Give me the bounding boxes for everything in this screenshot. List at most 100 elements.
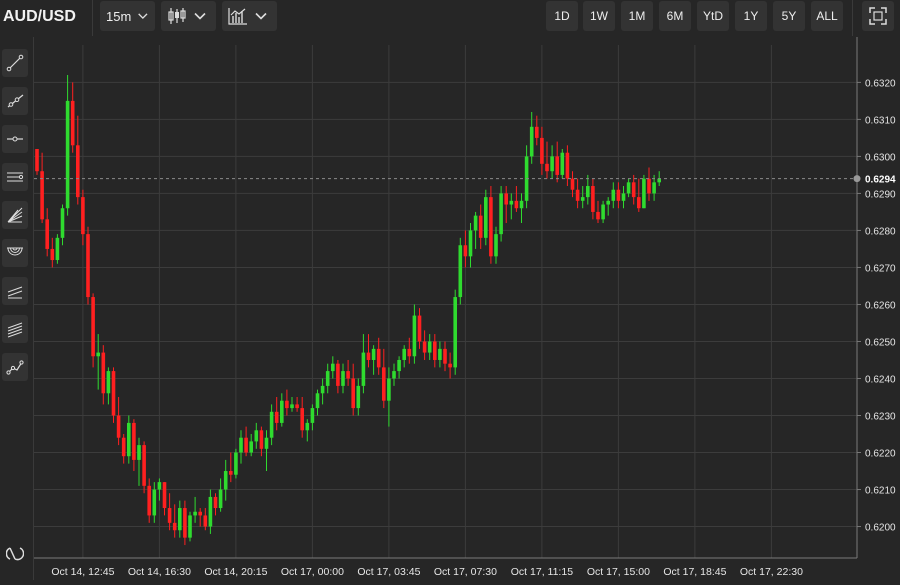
candle-body	[438, 348, 442, 360]
current-price-label: 0.6294	[865, 175, 896, 186]
drawing-toolbar	[0, 37, 34, 580]
candle-body	[478, 215, 483, 238]
candle-body	[642, 178, 646, 209]
candle-body	[300, 408, 304, 431]
candle-body	[402, 348, 406, 360]
candle-body	[351, 378, 355, 409]
candle-body	[484, 197, 488, 238]
fullscreen-button[interactable]	[862, 1, 894, 31]
y-tick-label: 0.6200	[865, 523, 896, 534]
y-tick-label: 0.6300	[865, 152, 896, 163]
candle-body	[188, 515, 192, 538]
candle-body	[331, 363, 335, 372]
timeframe-6m-button[interactable]: 6M	[659, 1, 691, 31]
fullscreen-icon	[869, 7, 887, 25]
parallel-channel-icon	[7, 172, 24, 182]
candle-body	[489, 197, 493, 257]
chart-type-dropdown[interactable]	[161, 1, 216, 31]
horizontal-line-tool[interactable]	[2, 125, 28, 153]
candle-body	[290, 404, 294, 409]
magnet-icon	[6, 547, 24, 561]
regression-channel-tool[interactable]	[2, 277, 28, 305]
candle-body	[254, 430, 259, 442]
candle-body	[412, 315, 417, 357]
candle-body	[473, 215, 478, 231]
candle-body	[137, 445, 141, 460]
candle-body	[407, 348, 412, 357]
ray-tool[interactable]	[2, 87, 28, 115]
candle-body	[274, 411, 279, 423]
candle-body	[657, 178, 661, 183]
candle-body	[463, 245, 468, 257]
candle-body	[310, 408, 315, 423]
candle-body	[616, 189, 621, 201]
candle-body	[529, 126, 534, 157]
candle-body	[50, 248, 55, 261]
divider	[852, 0, 853, 36]
horizontal-line-icon	[7, 136, 23, 142]
timeframe-all-button[interactable]: ALL	[811, 1, 843, 31]
path-tool[interactable]	[2, 353, 28, 381]
y-tick-label: 0.6210	[865, 486, 896, 497]
y-tick-label: 0.6220	[865, 449, 896, 460]
y-tick-label: 0.6310	[865, 115, 896, 126]
candle-body	[499, 193, 503, 235]
x-tick-label: Oct 14, 12:45	[51, 566, 114, 578]
candle-body	[65, 100, 70, 209]
magnet-tool[interactable]	[2, 539, 28, 567]
timeframe-1m-button[interactable]: 1M	[621, 1, 653, 31]
timeframe-5y-button[interactable]: 5Y	[773, 1, 805, 31]
candle-body	[514, 200, 519, 209]
chevron-down-icon	[255, 12, 267, 20]
regression-channel-icon	[7, 286, 23, 299]
trend-line-tool[interactable]	[2, 49, 28, 77]
candle-body	[387, 378, 391, 401]
interval-dropdown[interactable]: 15m	[100, 1, 155, 31]
candle-body	[218, 489, 223, 509]
pitchfork-tool[interactable]	[2, 315, 28, 343]
candle-body	[341, 371, 345, 386]
y-tick-label: 0.6240	[865, 374, 896, 385]
chevron-down-icon	[138, 13, 148, 20]
candle-body	[96, 352, 100, 357]
candle-body	[45, 219, 49, 249]
price-chart[interactable]: 0.6200 0.6210 0.6220 0.6230 0.6240 0.6250 0.62…	[34, 37, 900, 580]
candle-body	[244, 437, 248, 453]
candle-body	[172, 522, 177, 531]
candle-body	[596, 211, 600, 220]
candle-body	[116, 415, 121, 438]
parallel-channel-tool[interactable]	[2, 163, 28, 191]
y-tick-label: 0.6230	[865, 412, 896, 423]
candle-body	[427, 341, 432, 353]
candle-body	[280, 400, 284, 423]
candle-body	[382, 367, 386, 401]
candle-body	[565, 152, 570, 179]
divider	[92, 0, 93, 36]
plot-background	[34, 45, 857, 558]
fib-fan-tool[interactable]	[2, 201, 28, 229]
candle-body	[621, 193, 626, 201]
candle-body	[606, 200, 610, 205]
candle-body	[183, 508, 187, 538]
candle-body	[570, 178, 575, 190]
y-tick-label: 0.6280	[865, 226, 896, 237]
timeframe-1y-button[interactable]: 1Y	[735, 1, 767, 31]
candle-body	[509, 200, 514, 205]
candlestick-chart[interactable]: 0.6200 0.6210 0.6220 0.6230 0.6240 0.6250 0.62…	[34, 37, 900, 580]
candle-body	[264, 437, 269, 449]
candle-body	[397, 359, 401, 372]
candle-body	[361, 352, 366, 386]
fib-arc-tool[interactable]	[2, 239, 28, 267]
candle-body	[519, 200, 524, 209]
candle-body	[535, 126, 539, 138]
y-tick-label: 0.6320	[865, 78, 896, 89]
current-price-marker	[853, 175, 861, 183]
candle-body	[586, 186, 590, 198]
candle-body	[285, 400, 289, 409]
timeframe-1d-button[interactable]: 1D	[546, 1, 578, 31]
timeframe-1w-button[interactable]: 1W	[583, 1, 615, 31]
x-tick-label: Oct 17, 22:30	[740, 566, 803, 578]
timeframe-ytd-button[interactable]: YtD	[697, 1, 729, 31]
candle-body	[295, 404, 299, 409]
indicators-dropdown[interactable]	[222, 1, 277, 31]
